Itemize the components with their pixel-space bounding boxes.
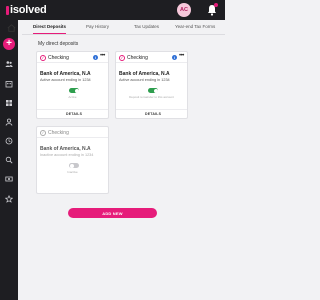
money-icon[interactable] [5,175,13,183]
details-button[interactable]: DETAILS [66,112,82,116]
active-toggle[interactable] [69,88,79,93]
card-header: ✓ Checking i ••• [116,52,187,63]
account-description: Active account ending in 1234 [40,78,91,82]
toggle-caption: Deposit remainder to this account [129,95,174,99]
toggle-caption: Inactive [67,170,78,174]
clock-icon[interactable] [5,137,13,145]
toggle-caption: Active [68,95,77,99]
brand-name: isolved [10,4,47,16]
bank-name: Bank of America, N.A [40,71,91,77]
page-title: My direct deposits [38,41,79,47]
star-icon[interactable] [5,195,13,203]
selected-check-icon[interactable]: ✓ [119,55,125,61]
more-options-icon[interactable]: ••• [179,53,184,59]
top-bar: isolved AC [0,0,225,20]
person-icon[interactable] [5,118,13,126]
notification-badge [214,3,218,7]
search-icon[interactable] [5,156,13,164]
building-icon[interactable] [5,80,13,88]
info-icon[interactable]: i [172,55,177,60]
tab-tax-updates[interactable]: Tax Updates [134,24,159,29]
tab-year-end-tax-forms[interactable]: Year-end Tax Forms [175,24,215,29]
bank-name: Bank of America, N.A [119,71,170,77]
selected-check-icon[interactable]: ✓ [40,55,46,61]
plus-icon[interactable]: + [3,38,15,50]
card-header: ✓ Checking i ••• [37,52,108,63]
tab-direct-deposits[interactable]: Direct Deposits [33,24,66,29]
account-description: Inactive account ending in 1234 [40,153,94,157]
deposit-card: ✓ Checking i ••• Bank of America, N.A Ac… [115,51,188,119]
remainder-toggle[interactable] [148,88,158,93]
card-footer: DETAILS [37,109,108,118]
brand-mark [6,5,9,15]
deposit-card: ✓ Checking i ••• Bank of America, N.A Ac… [36,51,109,119]
tab-divider [22,34,225,35]
grid-icon[interactable] [5,99,13,107]
inactive-toggle[interactable] [69,163,79,168]
deposit-card: ✓ Checking Bank of America, N.A Inactive… [36,126,109,194]
avatar[interactable]: AC [177,3,191,17]
tab-pay-history[interactable]: Pay History [86,24,109,29]
details-button[interactable]: DETAILS [145,112,161,116]
info-icon[interactable]: i [93,55,98,60]
account-type: Checking [48,55,69,61]
account-type: Checking [127,55,148,61]
card-footer: DETAILS [116,109,187,118]
add-new-button[interactable]: ADD NEW [68,208,157,218]
brand-logo[interactable]: isolved [6,4,47,16]
home-icon[interactable] [7,24,16,32]
account-description: Active account ending in 1234 [119,78,170,82]
card-header: ✓ Checking [37,127,108,138]
more-options-icon[interactable]: ••• [100,53,105,59]
bank-name: Bank of America, N.A [40,146,91,152]
unselected-check-icon[interactable]: ✓ [40,130,46,136]
account-type: Checking [48,130,69,136]
people-icon[interactable] [5,60,13,68]
